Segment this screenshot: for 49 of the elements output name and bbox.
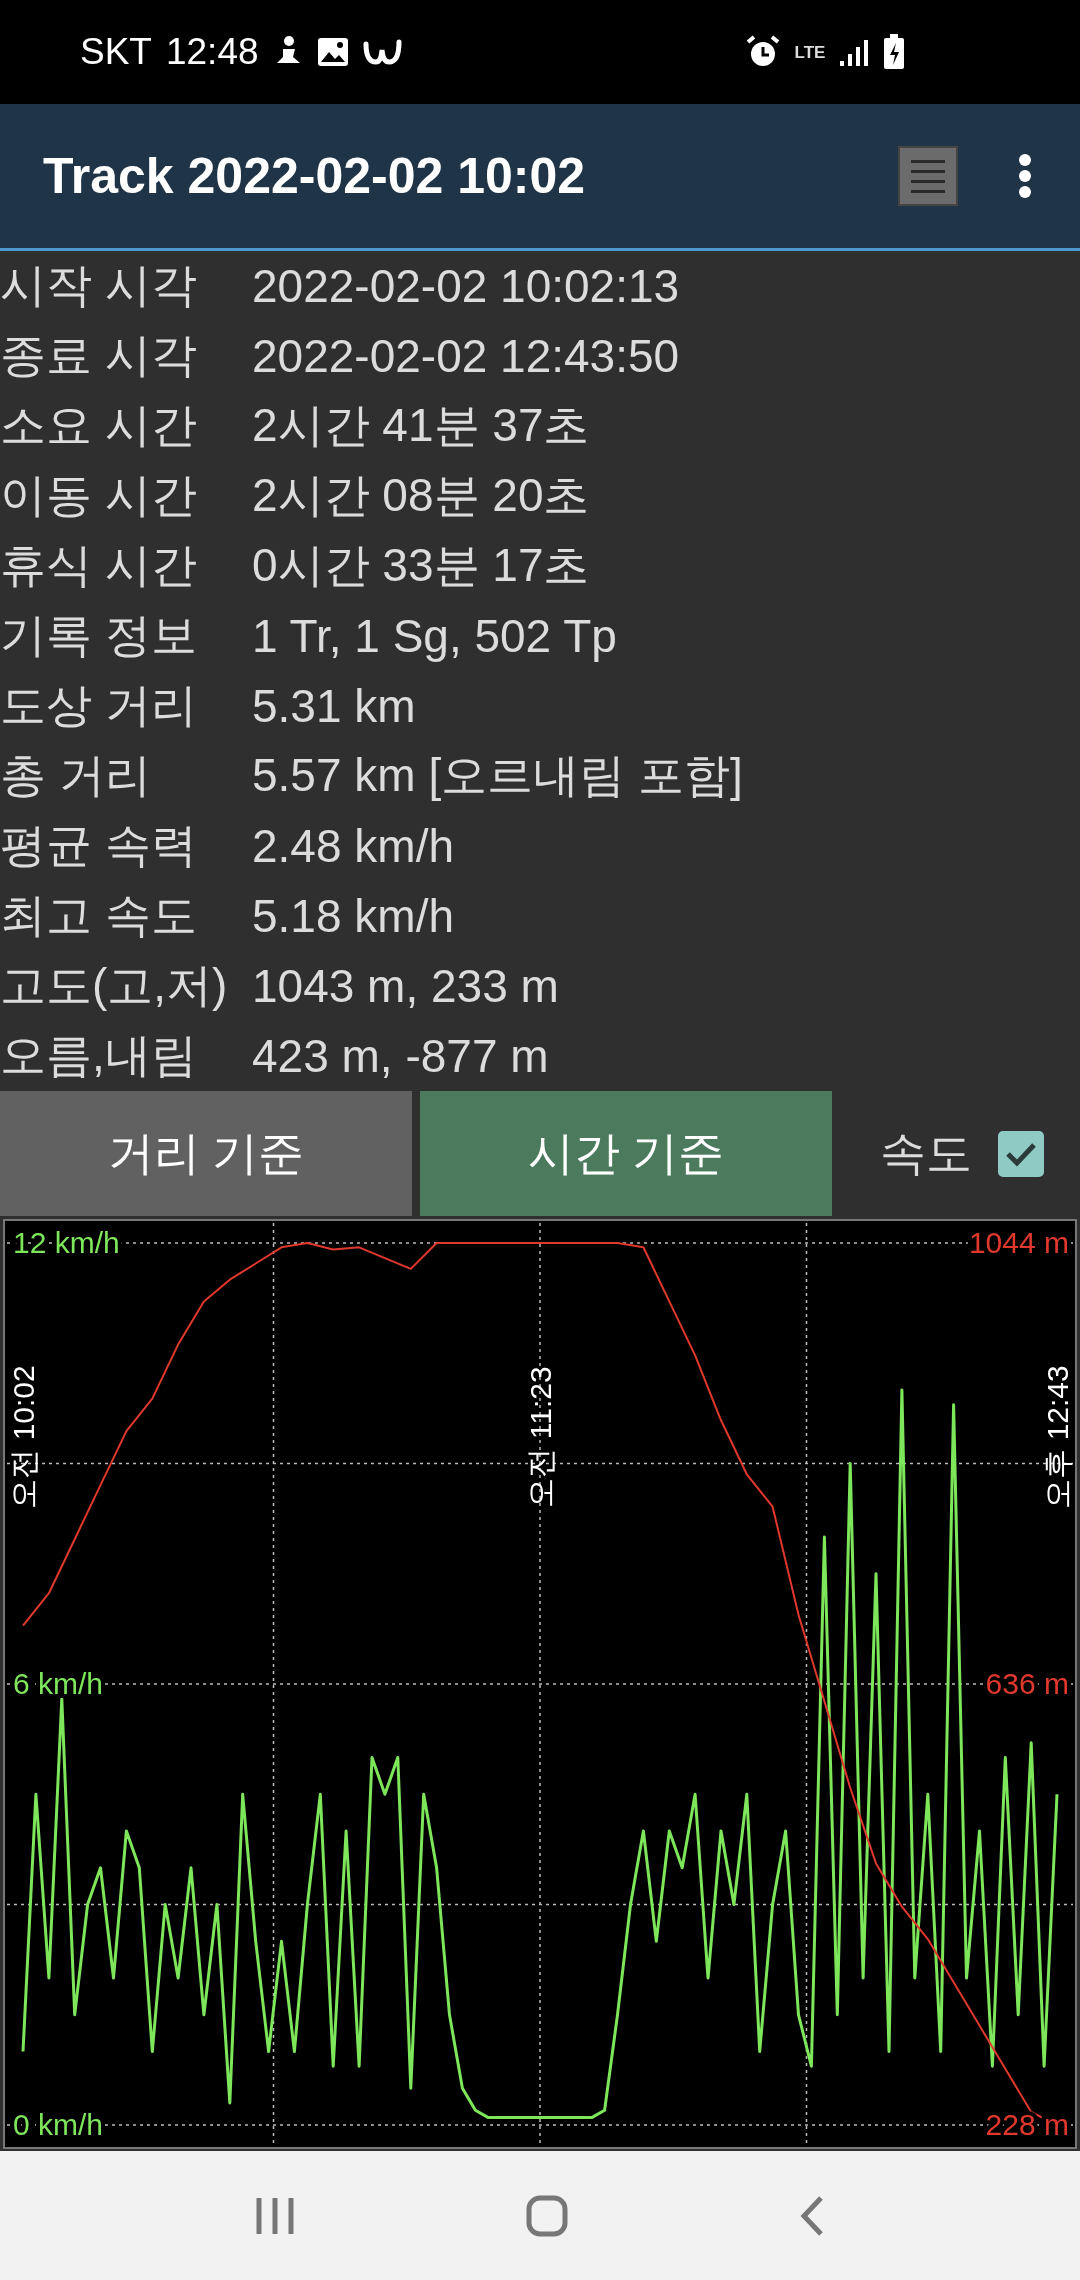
time-label: 오후 12:43 (1041, 1365, 1074, 1509)
detail-label: 휴식 시간 (0, 538, 198, 593)
detail-value: 2022-02-02 12:43:50 (252, 329, 681, 383)
battery-icon (883, 34, 906, 70)
list-button[interactable] (898, 146, 958, 206)
detail-label: 오름,내림 (0, 1028, 198, 1083)
detail-label: 시작 시각 (0, 258, 198, 313)
home-icon[interactable] (526, 2194, 568, 2237)
detail-value: 5.31 km (252, 679, 417, 733)
axis-label: 1044 m (968, 1226, 1069, 1259)
detail-label: 소요 시간 (0, 398, 198, 453)
detail-value: 2.48 km/h (252, 819, 455, 873)
axis-label: 12 km/h (13, 1226, 120, 1259)
back-icon[interactable] (798, 2194, 825, 2237)
mode-tab[interactable]: 시간 기준 (420, 1091, 832, 1216)
detail-value: 5.18 km/h (252, 889, 455, 943)
image-icon (316, 37, 349, 67)
detail-label: 이동 시간 (0, 468, 198, 523)
track-title: Track 2022-02-02 10:02 (43, 147, 587, 205)
detail-value: 1043 m, 233 m (252, 959, 560, 1013)
time-label: 오전 11:23 (524, 1366, 557, 1508)
carrier: SKT (80, 31, 152, 73)
detail-label: 기록 정보 (0, 608, 198, 663)
axis-label: 636 m (985, 1667, 1069, 1700)
detail-label: 최고 속도 (0, 888, 198, 943)
axis-label: 0 km/h (13, 2108, 104, 2141)
detail-label: 총 거리 (0, 748, 152, 803)
app-icon (362, 38, 403, 66)
detail-value: 2022-02-02 10:02:13 (252, 259, 681, 313)
detail-value: 2시간 41분 37초 (252, 398, 591, 453)
clock: 12:48 (165, 31, 259, 73)
detail-label: 도상 거리 (0, 678, 198, 733)
detail-value: 1 Tr, 1 Sg, 502 Tp (252, 609, 618, 663)
speed-label: 속도 (880, 1125, 972, 1181)
detail-label: 종료 시각 (0, 328, 198, 383)
detail-label: 고도(고,저) (0, 958, 229, 1013)
detail-value: 0시간 33분 17초 (252, 538, 591, 593)
signal-icon (839, 37, 870, 67)
time-label: 오전 10:02 (7, 1365, 40, 1509)
axis-label: 6 km/h (13, 1667, 104, 1700)
recents-icon[interactable] (255, 2195, 296, 2236)
detail-value: 423 m, -877 m (252, 1029, 550, 1083)
detail-value: 2시간 08분 20초 (252, 468, 591, 523)
more-icon[interactable] (1018, 154, 1032, 198)
mode-tab[interactable]: 거리 기준 (0, 1091, 412, 1216)
network-type: LTE (794, 43, 826, 61)
detail-label: 평균 속력 (0, 818, 198, 873)
speed-checkbox[interactable] (998, 1130, 1044, 1177)
detail-value: 5.57 km [오르내림 포함] (252, 748, 744, 803)
